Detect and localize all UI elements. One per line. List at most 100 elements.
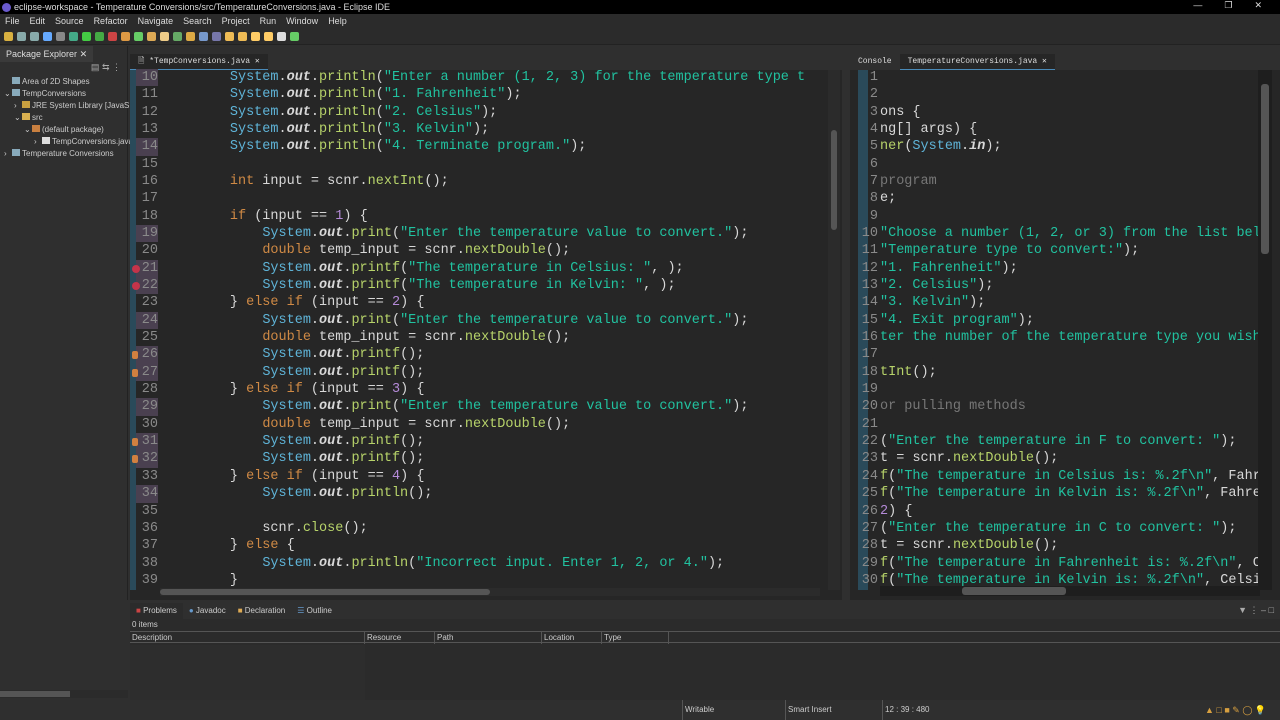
line-number: 20 xyxy=(141,243,158,259)
vertical-scrollbar[interactable] xyxy=(1258,70,1272,590)
tree-item[interactable]: Area of 2D Shapes xyxy=(0,76,127,88)
toolbar-button-icon[interactable] xyxy=(30,32,39,41)
view-menu-icon[interactable]: ⋮ xyxy=(1250,605,1259,615)
toolbar-button-icon[interactable] xyxy=(251,32,260,41)
error-marker-icon[interactable] xyxy=(132,264,140,273)
tab-declaration[interactable]: ■ Declaration xyxy=(232,603,292,619)
maximize-icon[interactable]: □ xyxy=(1269,605,1274,615)
column-header-resource[interactable]: Resource xyxy=(365,632,435,644)
toolbar-button-icon[interactable] xyxy=(173,32,182,41)
expand-arrow-icon[interactable]: › xyxy=(34,136,42,148)
tree-item[interactable]: ⌄ src xyxy=(0,112,127,124)
warning-marker-icon[interactable] xyxy=(132,455,138,464)
warning-marker-icon[interactable] xyxy=(132,368,138,377)
problems-count: 0 items xyxy=(132,620,158,629)
menu-file[interactable]: File xyxy=(0,14,25,29)
code-text: ("Enter the temperature in C to convert:… xyxy=(880,520,1237,536)
line-number: 10 xyxy=(136,69,158,87)
menu-help[interactable]: Help xyxy=(323,14,352,29)
toolbar-button-icon[interactable] xyxy=(186,32,195,41)
code-editor-tempconversions[interactable]: 🗎 *TempConversions.java ✕ 10 System.out.… xyxy=(130,54,842,600)
toolbar-button-icon[interactable] xyxy=(225,32,234,41)
java-file-icon xyxy=(42,137,50,144)
code-line: 23 } else if (input == 2) { xyxy=(130,294,830,311)
menu-run[interactable]: Run xyxy=(255,14,282,29)
expand-arrow-icon[interactable]: › xyxy=(14,100,22,112)
toolbar-button-icon[interactable] xyxy=(69,32,78,41)
toolbar-button-icon[interactable] xyxy=(4,32,13,41)
column-header-type[interactable]: Type xyxy=(602,632,669,644)
toolbar-button-icon[interactable] xyxy=(147,32,156,41)
tree-item[interactable]: ⌄ TempConversions xyxy=(0,88,127,100)
explorer-scrollbar[interactable] xyxy=(0,690,128,698)
toolbar-button-icon[interactable] xyxy=(95,32,104,41)
tree-item[interactable]: › Temperature Conversions xyxy=(0,148,127,160)
warning-marker-icon[interactable] xyxy=(132,351,138,360)
tab-package-explorer[interactable]: Package Explorer ✕ xyxy=(0,46,94,62)
expand-arrow-icon[interactable]: ⌄ xyxy=(14,112,22,124)
code-text: System.out.printf(); xyxy=(262,451,425,467)
menu-project[interactable]: Project xyxy=(217,14,255,29)
column-header-location[interactable]: Location xyxy=(542,632,602,644)
toolbar-button-icon[interactable] xyxy=(82,32,91,41)
view-menu-icon[interactable]: ⋮ xyxy=(112,62,121,72)
toolbar-button-icon[interactable] xyxy=(121,32,130,41)
tab-outline[interactable]: ☰ Outline xyxy=(291,603,338,619)
minimize-icon[interactable]: – xyxy=(1261,605,1266,615)
toolbar-button-icon[interactable] xyxy=(17,32,26,41)
code-text: scnr.close(); xyxy=(262,520,368,536)
code-line: 24 System.out.print("Enter the temperatu… xyxy=(130,311,830,330)
close-icon[interactable]: ✕ xyxy=(80,49,88,59)
menu-refactor[interactable]: Refactor xyxy=(89,14,133,29)
expand-arrow-icon[interactable]: ⌄ xyxy=(24,124,32,136)
code-line: 16 int input = scnr.nextInt(); xyxy=(130,173,830,190)
tab-console[interactable]: Console xyxy=(850,54,900,70)
code-line: 33 } else if (input == 4) { xyxy=(130,468,830,485)
toolbar-button-icon[interactable] xyxy=(212,32,221,41)
filter-icon[interactable]: ▼ xyxy=(1238,605,1247,615)
menu-source[interactable]: Source xyxy=(50,14,89,29)
tab-temperatureconversions-java[interactable]: TemperatureConversions.java ✕ xyxy=(899,54,1055,70)
toolbar xyxy=(0,29,1280,45)
toolbar-button-icon[interactable] xyxy=(264,32,273,41)
code-editor-temperatureconversions[interactable]: Console TemperatureConversions.java ✕ 123… xyxy=(850,54,1280,600)
toolbar-button-icon[interactable] xyxy=(160,32,169,41)
expand-arrow-icon[interactable]: › xyxy=(4,148,12,160)
close-icon[interactable]: ✕ xyxy=(1037,57,1047,66)
tab-problems[interactable]: ■ Problems xyxy=(130,603,183,619)
code-line: 6 xyxy=(850,156,1260,173)
line-number: 19 xyxy=(136,225,158,243)
toolbar-button-icon[interactable] xyxy=(56,32,65,41)
close-button[interactable]: ✕ xyxy=(1254,0,1262,14)
toolbar-button-icon[interactable] xyxy=(290,32,299,41)
menu-edit[interactable]: Edit xyxy=(25,14,51,29)
horizontal-scrollbar[interactable] xyxy=(880,586,1260,596)
tree-item[interactable]: ⌄ (default package) xyxy=(0,124,127,136)
toolbar-button-icon[interactable] xyxy=(108,32,117,41)
editor-tabs: Console TemperatureConversions.java ✕ xyxy=(850,54,1280,70)
toolbar-button-icon[interactable] xyxy=(43,32,52,41)
minimize-button[interactable]: — xyxy=(1193,0,1202,14)
menu-navigate[interactable]: Navigate xyxy=(133,14,179,29)
tree-item[interactable]: › TempConversions.java xyxy=(0,136,133,148)
tab-javadoc[interactable]: ● Javadoc xyxy=(183,603,232,619)
warning-marker-icon[interactable] xyxy=(132,438,138,447)
menu-search[interactable]: Search xyxy=(178,14,217,29)
menu-window[interactable]: Window xyxy=(281,14,323,29)
column-header-path[interactable]: Path xyxy=(435,632,542,644)
line-number: 8 xyxy=(869,191,878,207)
expand-arrow-icon[interactable]: ⌄ xyxy=(4,88,12,100)
restore-button[interactable]: ❐ xyxy=(1224,0,1232,14)
link-editor-icon[interactable]: ⇆ xyxy=(102,62,110,72)
horizontal-scrollbar[interactable] xyxy=(160,588,820,596)
column-header-description[interactable]: Description xyxy=(130,632,365,644)
vertical-scrollbar[interactable] xyxy=(828,70,840,590)
toolbar-button-icon[interactable] xyxy=(134,32,143,41)
tab-tempconversions[interactable]: 🗎 *TempConversions.java ✕ xyxy=(130,54,268,70)
status-tray-icons[interactable]: ▲ □ ■ ✎ ◯ 💡 xyxy=(1205,700,1266,720)
toolbar-button-icon[interactable] xyxy=(199,32,208,41)
tree-item[interactable]: › JRE System Library [JavaSE xyxy=(0,100,135,112)
toolbar-button-icon[interactable] xyxy=(277,32,286,41)
collapse-all-icon[interactable]: ▤ xyxy=(91,62,100,72)
toolbar-button-icon[interactable] xyxy=(238,32,247,41)
